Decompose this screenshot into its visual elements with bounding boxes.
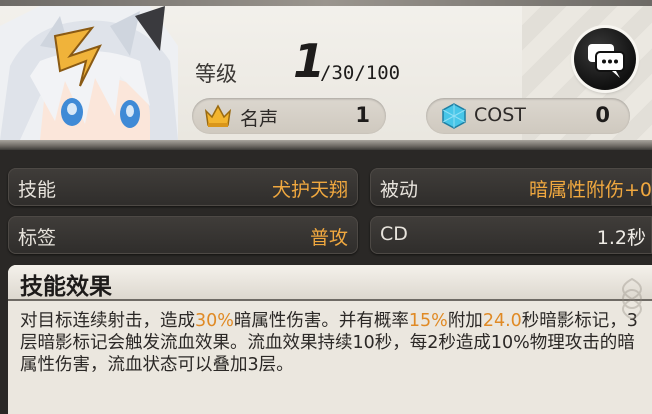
effect-damage-percent: 30% [195,311,234,331]
passive-label: 被动 [380,179,419,201]
chat-button[interactable] [574,28,636,90]
cd-value: 1.2秒 [596,227,646,249]
cd-label: CD [380,223,408,245]
character-portrait [0,6,178,140]
crown-icon [204,103,232,129]
effect-chance-percent: 15% [408,311,448,331]
cost-pill: COST 0 [426,98,630,134]
tag-row: 标签 普攻 [8,216,358,254]
level-label: 等级 [195,62,237,86]
celtic-knot-icon [622,277,642,321]
chat-bubble-icon [588,44,625,78]
passive-row: 被动 暗属性附伤+0 [370,168,652,206]
fame-label: 名声 [240,108,279,130]
cost-label: COST [474,104,526,126]
skill-label: 技能 [18,179,57,201]
skill-effect-title: 技能效果 [20,274,112,300]
passive-value: 暗属性附伤+0 [528,179,652,201]
skill-effect-header: 技能效果 [8,265,652,301]
fame-value: 1 [355,103,370,127]
fame-pill: 名声 1 [192,98,386,134]
crystal-icon [440,103,468,129]
skill-effect-description: 对目标连续射击，造成30%暗属性伤害。并有概率15%附加24.0秒暗影标记，3层… [20,310,650,376]
cost-value: 0 [595,103,610,127]
character-header: 等级 1 /30/100 名声 1 COST 0 [0,0,652,150]
effect-text-2: 暗属性伤害。并有概率 [233,311,409,331]
skill-value: 犬护天翔 [271,179,348,201]
level-max: /30/100 [320,62,401,84]
tag-value: 普攻 [309,227,348,249]
effect-mark-duration: 24.0 [482,311,522,331]
cd-row: CD 1.2秒 [370,216,652,254]
skill-row: 技能 犬护天翔 [8,168,358,206]
header-bottom-border [0,140,652,150]
effect-text-1: 对目标连续射击，造成 [20,311,195,331]
skill-effect-panel: 技能效果 对目标连续射击，造成30%暗属性伤害。并有概率15%附加24.0秒暗影… [8,265,652,414]
effect-text-3: 附加 [447,311,483,331]
tag-label: 标签 [18,227,57,249]
